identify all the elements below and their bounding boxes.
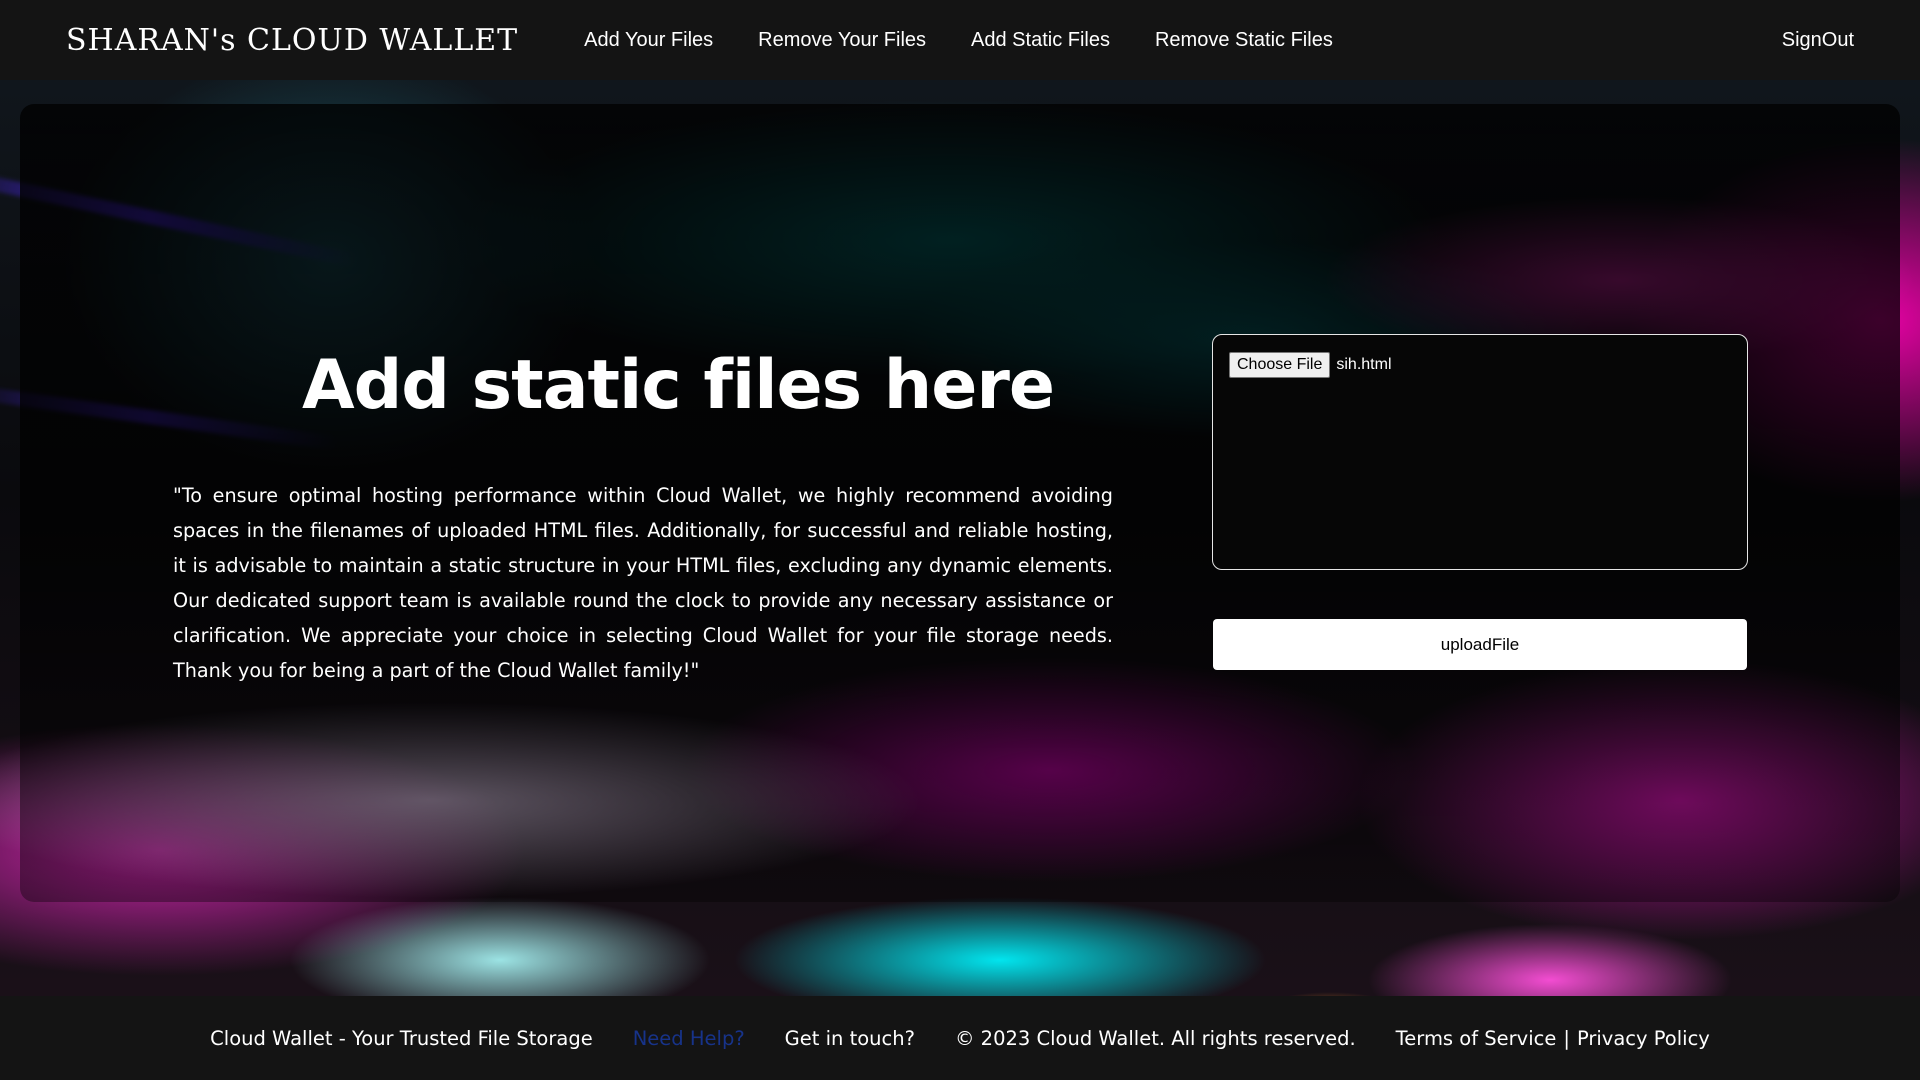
footer-copyright: © 2023 Cloud Wallet. All rights reserved… — [954, 1026, 1356, 1050]
footer-contact-link[interactable]: Get in touch? — [785, 1027, 915, 1050]
page-title: Add static files here — [302, 346, 1055, 425]
footer-separator: | — [1563, 1026, 1570, 1050]
choose-file-button[interactable]: Choose File — [1229, 352, 1331, 378]
selected-file-name: sih.html — [1336, 356, 1392, 373]
signout-link[interactable]: SignOut — [1782, 29, 1854, 52]
footer-legal: Terms of Service | Privacy Policy — [1396, 1027, 1710, 1050]
footer: Cloud Wallet - Your Trusted File Storage… — [0, 996, 1920, 1080]
nav-link-add-your-files[interactable]: Add Your Files — [584, 29, 713, 52]
terms-link[interactable]: Terms of Service — [1396, 1027, 1557, 1050]
nav-link-remove-your-files[interactable]: Remove Your Files — [758, 29, 926, 52]
hosting-notice: "To ensure optimal hosting performance w… — [173, 484, 1113, 682]
file-drop-area[interactable]: Choose File sih.html — [1212, 334, 1748, 570]
nav-links: Add Your Files Remove Your Files Add Sta… — [584, 29, 1333, 52]
brand-logo[interactable]: SHARAN's CLOUD WALLET — [66, 23, 518, 58]
privacy-link[interactable]: Privacy Policy — [1577, 1027, 1710, 1050]
file-input: Choose File sih.html — [1229, 352, 1731, 378]
nav-link-add-static-files[interactable]: Add Static Files — [971, 29, 1110, 52]
top-navbar: SHARAN's CLOUD WALLET Add Your Files Rem… — [0, 0, 1920, 80]
footer-help-link[interactable]: Need Help? — [633, 1027, 745, 1050]
footer-tagline: Cloud Wallet - Your Trusted File Storage — [210, 1026, 593, 1050]
nav-link-remove-static-files[interactable]: Remove Static Files — [1155, 29, 1333, 52]
upload-file-button[interactable]: uploadFile — [1213, 619, 1747, 670]
